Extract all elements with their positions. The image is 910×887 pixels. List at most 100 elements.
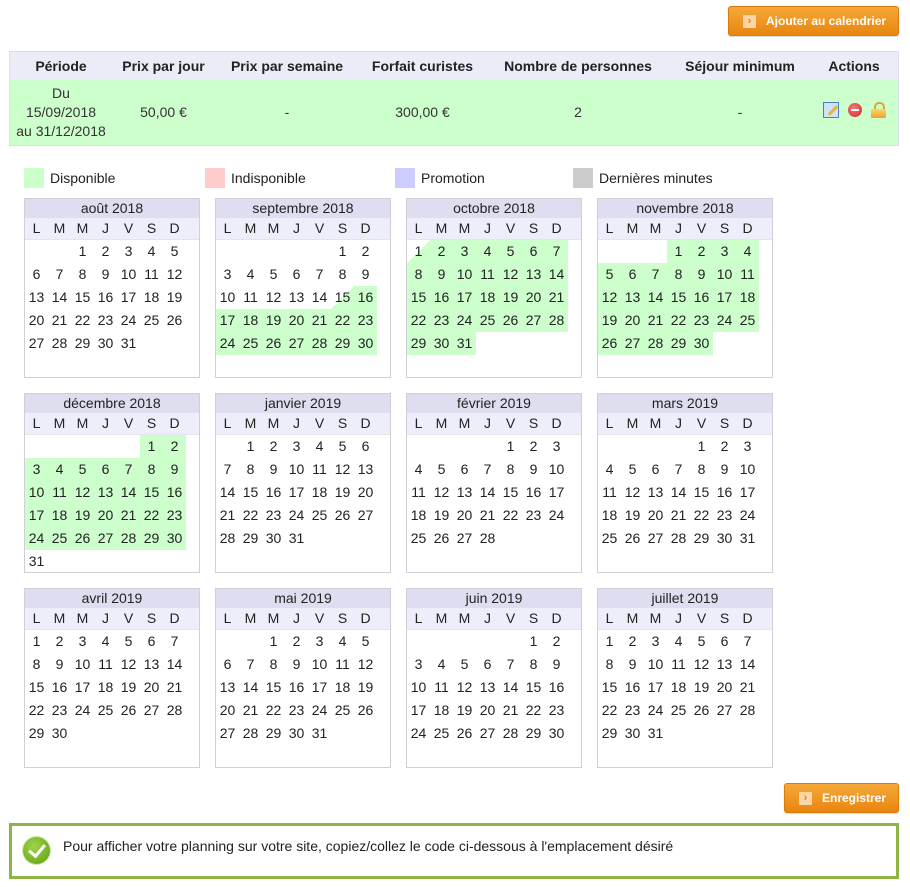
day-cell[interactable]: 12: [71, 481, 94, 504]
day-cell[interactable]: 24: [736, 504, 759, 527]
day-cell[interactable]: 12: [453, 676, 476, 699]
day-cell[interactable]: 29: [690, 527, 713, 550]
day-cell[interactable]: 12: [117, 653, 140, 676]
day-cell[interactable]: 7: [239, 653, 262, 676]
day-cell[interactable]: 9: [690, 263, 713, 286]
day-cell[interactable]: 5: [621, 458, 644, 481]
day-cell[interactable]: 5: [331, 435, 354, 458]
day-cell[interactable]: 27: [354, 504, 377, 527]
day-cell[interactable]: 22: [239, 504, 262, 527]
day-cell[interactable]: 10: [736, 458, 759, 481]
day-cell[interactable]: 7: [117, 458, 140, 481]
day-cell[interactable]: 1: [667, 240, 690, 263]
day-cell[interactable]: 23: [94, 309, 117, 332]
day-cell[interactable]: 9: [621, 653, 644, 676]
day-cell[interactable]: 14: [545, 263, 568, 286]
day-cell[interactable]: 1: [690, 435, 713, 458]
day-cell[interactable]: 11: [331, 653, 354, 676]
day-cell[interactable]: 20: [140, 676, 163, 699]
day-cell[interactable]: 27: [713, 699, 736, 722]
day-cell[interactable]: 3: [71, 630, 94, 653]
day-cell[interactable]: 22: [499, 504, 522, 527]
day-cell[interactable]: 26: [453, 722, 476, 745]
day-cell[interactable]: 17: [25, 504, 48, 527]
day-cell[interactable]: 19: [453, 699, 476, 722]
day-cell[interactable]: 13: [644, 481, 667, 504]
day-cell[interactable]: 1: [331, 240, 354, 263]
day-cell[interactable]: 2: [713, 435, 736, 458]
day-cell[interactable]: 5: [453, 653, 476, 676]
day-cell[interactable]: 10: [285, 458, 308, 481]
day-cell[interactable]: 15: [262, 676, 285, 699]
day-cell[interactable]: 10: [117, 263, 140, 286]
day-cell[interactable]: 7: [545, 240, 568, 263]
day-cell[interactable]: 30: [690, 332, 713, 355]
day-cell[interactable]: 26: [163, 309, 186, 332]
save-button[interactable]: › Enregistrer: [784, 783, 899, 813]
day-cell[interactable]: 21: [163, 676, 186, 699]
day-cell[interactable]: 7: [48, 263, 71, 286]
day-cell[interactable]: 1: [407, 240, 430, 263]
day-cell[interactable]: 10: [71, 653, 94, 676]
day-cell[interactable]: 4: [331, 630, 354, 653]
day-cell[interactable]: 6: [644, 458, 667, 481]
day-cell[interactable]: 17: [545, 481, 568, 504]
day-cell[interactable]: 16: [713, 481, 736, 504]
day-cell[interactable]: 14: [216, 481, 239, 504]
day-cell[interactable]: 15: [25, 676, 48, 699]
day-cell[interactable]: 13: [25, 286, 48, 309]
day-cell[interactable]: 4: [667, 630, 690, 653]
day-cell[interactable]: 30: [621, 722, 644, 745]
day-cell[interactable]: 13: [285, 286, 308, 309]
day-cell[interactable]: 12: [354, 653, 377, 676]
day-cell[interactable]: 3: [25, 458, 48, 481]
day-cell[interactable]: 1: [598, 630, 621, 653]
day-cell[interactable]: 26: [598, 332, 621, 355]
day-cell[interactable]: 4: [407, 458, 430, 481]
day-cell[interactable]: 20: [644, 504, 667, 527]
day-cell[interactable]: 30: [430, 332, 453, 355]
day-cell[interactable]: 6: [522, 240, 545, 263]
day-cell[interactable]: 10: [407, 676, 430, 699]
day-cell[interactable]: 13: [713, 653, 736, 676]
day-cell[interactable]: 16: [94, 286, 117, 309]
day-cell[interactable]: 8: [239, 458, 262, 481]
day-cell[interactable]: 9: [262, 458, 285, 481]
day-cell[interactable]: 11: [308, 458, 331, 481]
day-cell[interactable]: 30: [285, 722, 308, 745]
day-cell[interactable]: 23: [522, 504, 545, 527]
day-cell[interactable]: 30: [545, 722, 568, 745]
day-cell[interactable]: 24: [308, 699, 331, 722]
day-cell[interactable]: 18: [94, 676, 117, 699]
day-cell[interactable]: 12: [430, 481, 453, 504]
day-cell[interactable]: 25: [331, 699, 354, 722]
day-cell[interactable]: 16: [163, 481, 186, 504]
day-cell[interactable]: 2: [621, 630, 644, 653]
day-cell[interactable]: 21: [476, 504, 499, 527]
day-cell[interactable]: 21: [117, 504, 140, 527]
day-cell[interactable]: 18: [331, 676, 354, 699]
day-cell[interactable]: 5: [690, 630, 713, 653]
day-cell[interactable]: 28: [736, 699, 759, 722]
day-cell[interactable]: 16: [354, 286, 377, 309]
day-cell[interactable]: 25: [598, 527, 621, 550]
day-cell[interactable]: 2: [430, 240, 453, 263]
day-cell[interactable]: 2: [354, 240, 377, 263]
day-cell[interactable]: 14: [239, 676, 262, 699]
day-cell[interactable]: 22: [140, 504, 163, 527]
day-cell[interactable]: 12: [690, 653, 713, 676]
day-cell[interactable]: 6: [94, 458, 117, 481]
day-cell[interactable]: 23: [163, 504, 186, 527]
edit-icon[interactable]: [822, 102, 839, 118]
day-cell[interactable]: 11: [598, 481, 621, 504]
day-cell[interactable]: 14: [476, 481, 499, 504]
day-cell[interactable]: 24: [71, 699, 94, 722]
day-cell[interactable]: 8: [499, 458, 522, 481]
day-cell[interactable]: 11: [140, 263, 163, 286]
day-cell[interactable]: 28: [216, 527, 239, 550]
day-cell[interactable]: 25: [140, 309, 163, 332]
day-cell[interactable]: 3: [713, 240, 736, 263]
day-cell[interactable]: 18: [239, 309, 262, 332]
day-cell[interactable]: 11: [407, 481, 430, 504]
day-cell[interactable]: 29: [71, 332, 94, 355]
